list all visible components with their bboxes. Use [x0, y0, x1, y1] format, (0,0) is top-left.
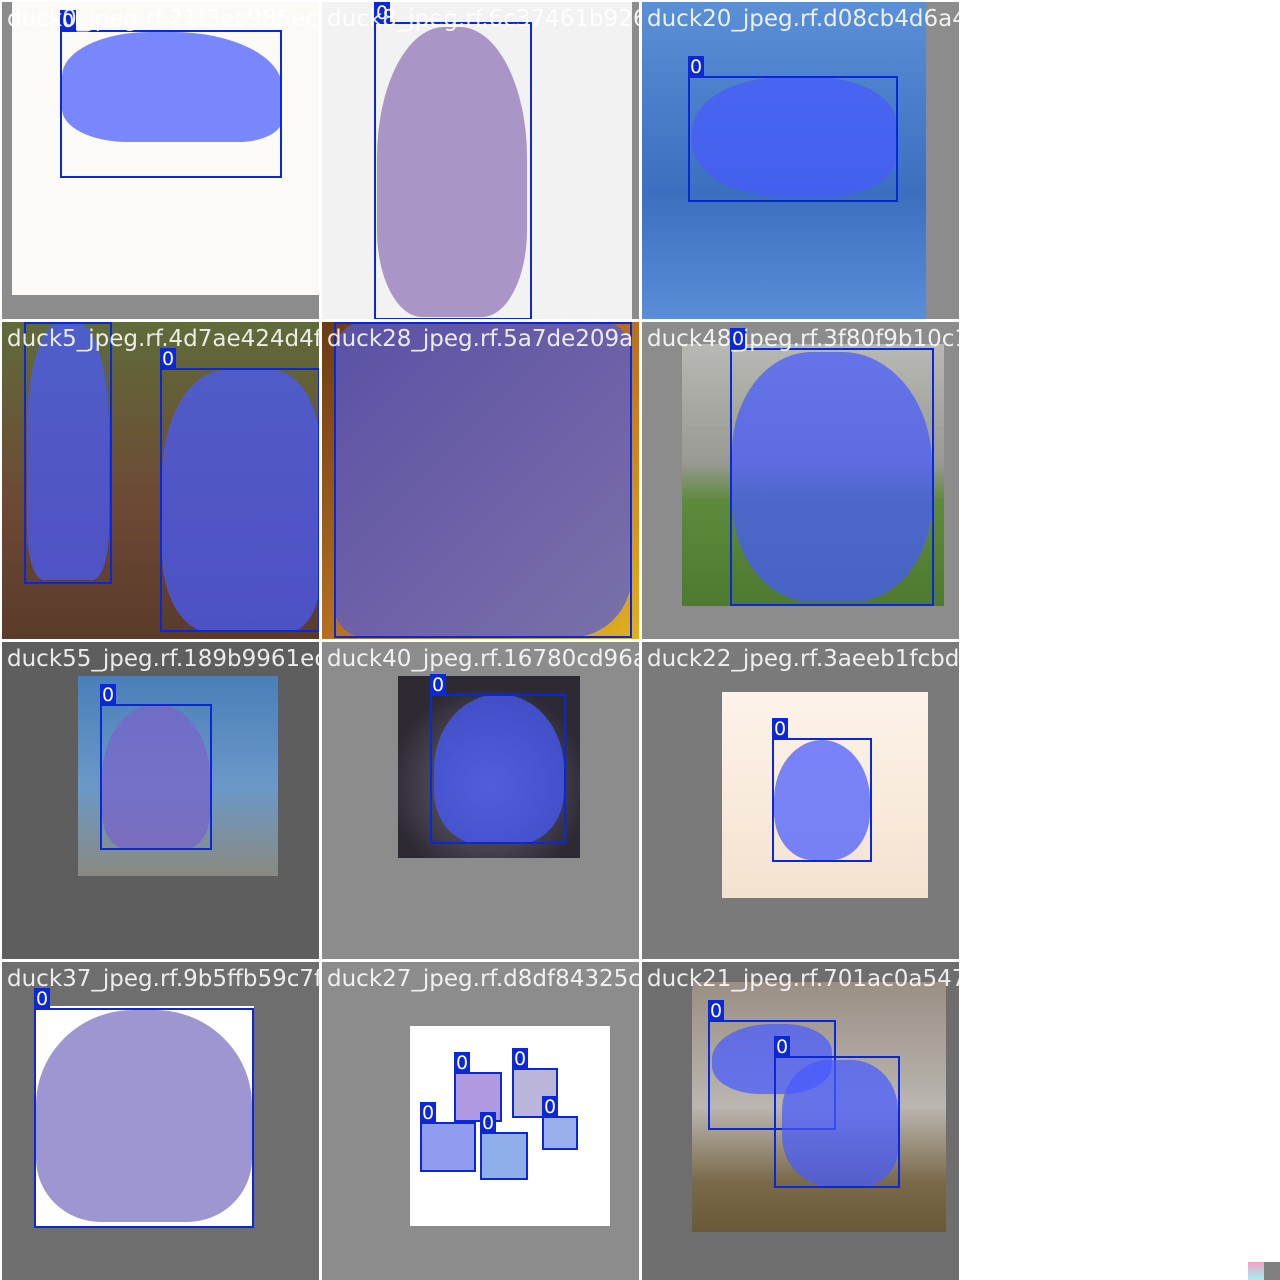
- class-label: 0: [430, 674, 446, 696]
- fragment-color-swatch: [1248, 1262, 1264, 1280]
- bounding-box: 0: [772, 718, 872, 862]
- bounding-box: 0: [774, 1036, 900, 1188]
- class-label: 0: [160, 348, 176, 370]
- class-label: 0: [774, 1036, 790, 1058]
- image-filename: duck22_jpeg.rf.3aeeb1fcbda92631542a25aca: [647, 646, 960, 672]
- mosaic-tile: 0 duck40_jpeg.rf.16780cd96a0: [322, 642, 640, 960]
- class-label: 0: [24, 322, 40, 324]
- class-label: 0: [708, 1000, 724, 1022]
- bounding-box: 0: [334, 322, 632, 638]
- bounding-box: 0: [730, 328, 934, 606]
- mosaic-tile: 0 0 duck21_jpeg.rf.701ac0a547d80c2370602…: [642, 962, 960, 1280]
- mosaic-tile: 0 0 0 0 0 duck27_jpeg.rf.d8df84325c4: [322, 962, 640, 1280]
- grid-divider: [0, 639, 960, 642]
- class-label: 0: [772, 718, 788, 740]
- class-label: 0: [688, 56, 704, 78]
- mosaic-tile: 0 duck20_jpeg.rf.d08cb4d6a4c9827b6a014b2…: [642, 2, 960, 320]
- bounding-box: 0: [542, 1096, 578, 1150]
- class-label: 0: [542, 1096, 558, 1118]
- mosaic-grid: 0 duck0_jpeg.rf.21f3ec985ece3 0 duck8_jp…: [0, 0, 960, 1280]
- mosaic-tile: 0 duck22_jpeg.rf.3aeeb1fcbda92631542a25a…: [642, 642, 960, 960]
- class-label: 0: [60, 10, 76, 32]
- class-label: 0: [730, 328, 746, 350]
- class-label: 0: [334, 322, 350, 324]
- class-label: 0: [100, 684, 116, 706]
- image-filename: duck55_jpeg.rf.189b9961ed9: [7, 646, 320, 672]
- image-filename: duck27_jpeg.rf.d8df84325c4: [327, 966, 640, 992]
- bounding-box: 0: [420, 1102, 476, 1172]
- mosaic-tile: 0 duck0_jpeg.rf.21f3ec985ece3: [2, 2, 320, 320]
- mosaic-tile: 0 duck37_jpeg.rf.9b5ffb59c7ff: [2, 962, 320, 1280]
- bounding-box: 0: [480, 1112, 528, 1180]
- bounding-box: 0: [100, 684, 212, 850]
- grid-divider: [0, 319, 960, 322]
- partial-tile-fragment: [1248, 1262, 1280, 1280]
- bounding-box: 0: [688, 56, 898, 202]
- mosaic-tile: 0 duck48_jpeg.rf.3f80f9b10c1d9f1226eff6f…: [642, 322, 960, 640]
- bounding-box: 0: [34, 988, 254, 1228]
- bounding-box: 0: [160, 348, 320, 632]
- image-filename: duck37_jpeg.rf.9b5ffb59c7ff: [7, 966, 320, 992]
- mosaic-tile: 0 duck28_jpeg.rf.5a7de209a: [322, 322, 640, 640]
- bounding-box: 0: [374, 2, 532, 320]
- mosaic-tile: 0 duck8_jpeg.rf.6c37461b926: [322, 2, 640, 320]
- class-label: 0: [512, 1048, 528, 1070]
- bounding-box: 0: [24, 322, 112, 584]
- mosaic-tile: 0 duck55_jpeg.rf.189b9961ed9: [2, 642, 320, 960]
- bounding-box: 0: [60, 10, 282, 178]
- image-filename: duck40_jpeg.rf.16780cd96a0: [327, 646, 640, 672]
- grid-divider: [0, 959, 960, 962]
- class-label: 0: [480, 1112, 496, 1134]
- mosaic-tile: 0 0 duck5_jpeg.rf.4d7ae424d4f97: [2, 322, 320, 640]
- class-label: 0: [420, 1102, 436, 1124]
- class-label: 0: [374, 2, 390, 24]
- class-label: 0: [454, 1052, 470, 1074]
- fragment-gray-swatch: [1264, 1262, 1280, 1280]
- bounding-box: 0: [430, 674, 566, 844]
- class-label: 0: [34, 988, 50, 1010]
